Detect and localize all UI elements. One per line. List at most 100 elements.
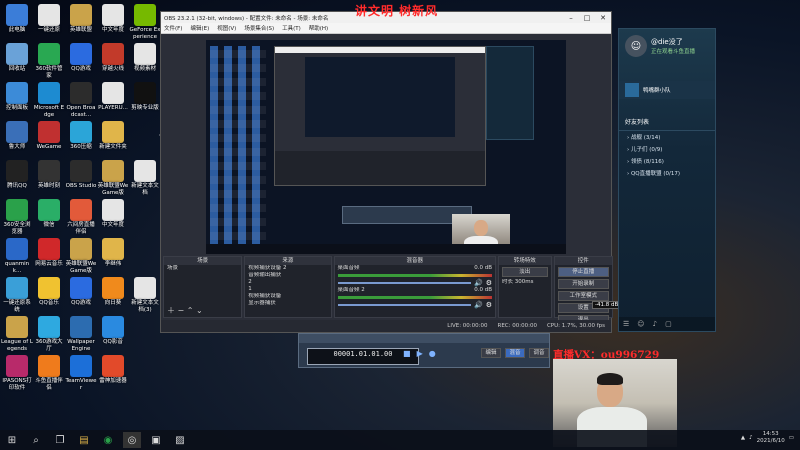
desktop-icon[interactable]: 英雄时刻	[33, 160, 65, 190]
duration-input[interactable]: 300ms	[515, 279, 534, 285]
maximize-icon[interactable]: □	[579, 14, 595, 22]
desktop-icon[interactable]: OBS Studio	[65, 160, 97, 190]
speaker-icon[interactable]: 🔊	[474, 301, 483, 309]
desktop-icon[interactable]: 360软件管家	[33, 43, 65, 80]
obs-preview[interactable]	[206, 40, 566, 254]
minimize-icon[interactable]: –	[563, 14, 579, 22]
stop-stream-button[interactable]: 停止直播	[557, 267, 609, 277]
volume-slider[interactable]	[337, 282, 472, 284]
friend-group[interactable]: › 领债 (8/116)	[619, 155, 715, 167]
desktop-icon[interactable]: 此电脑	[1, 4, 33, 34]
transition-select[interactable]: 淡出	[502, 267, 548, 277]
desktop-icon[interactable]: 一键还原系统	[1, 277, 33, 314]
desktop-icon[interactable]: 雷神加速器	[97, 355, 129, 385]
friend-group[interactable]: › QQ直播联盟 (0/17)	[619, 167, 715, 179]
desktop-icon[interactable]: League of Legends	[1, 316, 33, 353]
desktop-icon[interactable]: WeGame	[33, 121, 65, 151]
desktop-icon[interactable]: 鲁大师	[1, 121, 33, 151]
notification-icon[interactable]: ▭	[789, 435, 794, 441]
scenes-dock[interactable]: 场景 场景 ＋ − ⌃ ⌄	[163, 256, 243, 318]
desktop-icon[interactable]: Open Broadcast...	[65, 82, 97, 119]
source-item[interactable]: 音频输出捕获	[245, 272, 330, 279]
start-recording-button[interactable]: 开始录制	[557, 279, 609, 289]
source-item[interactable]: 2	[245, 279, 330, 286]
desktop-icon[interactable]: 视频素材	[129, 43, 161, 73]
task-view-icon[interactable]: ❐	[51, 432, 69, 448]
desktop-icon[interactable]: 360压缩	[65, 121, 97, 151]
desktop-icon[interactable]: 网易云音乐	[33, 238, 65, 268]
desktop-icon[interactable]: QQ游戏	[65, 43, 97, 73]
desktop-icon[interactable]: Wallpaper Engine	[65, 316, 97, 353]
qq-panel[interactable]: ☺ @die没了 正在观看斗鱼直播 鸭嘴群小队 好友列表 › 战舰 (3/14)…	[618, 28, 716, 332]
desktop-icon[interactable]: 微信	[33, 199, 65, 229]
remove-icon[interactable]: −	[178, 306, 185, 315]
desktop-icon[interactable]: 英雄联盟	[65, 4, 97, 34]
desktop-icon[interactable]: 回收站	[1, 43, 33, 73]
contacts-icon[interactable]: ☺	[637, 320, 644, 328]
chevron-down-icon[interactable]: ⌄	[196, 306, 203, 315]
desktop-icon[interactable]: QQ影音	[97, 316, 129, 346]
desktop-icon[interactable]: quanmink...	[1, 238, 33, 275]
source-item[interactable]: 1	[245, 286, 330, 293]
desktop-icon[interactable]: 李继伟	[97, 238, 129, 268]
qq-group-card[interactable]: 鸭嘴群小队	[619, 81, 715, 99]
obs-window[interactable]: OBS 23.2.1 (32-bit, windows) - 配置文件: 未命名…	[160, 11, 613, 333]
desktop-icon[interactable]: IPASONS打印软件	[1, 355, 33, 392]
speaker-icon[interactable]: 🔊	[474, 279, 483, 287]
desktop-icon[interactable]: 向日葵	[97, 277, 129, 307]
desktop-icon[interactable]: 英雄联盟WeGame版	[97, 160, 129, 197]
desktop-icon[interactable]: QQ游戏	[65, 277, 97, 307]
chevron-up-icon[interactable]: ⌃	[187, 306, 194, 315]
obs-taskbar-icon[interactable]: ◎	[123, 432, 141, 448]
gear-icon[interactable]: ⚙	[486, 301, 492, 309]
close-icon[interactable]: ✕	[595, 14, 611, 22]
menu-help[interactable]: 帮助(H)	[309, 24, 328, 32]
desktop-icon[interactable]: PLAYERU...	[97, 82, 129, 112]
desktop-icon[interactable]: 一键还原	[33, 4, 65, 34]
desktop-icon[interactable]: 腾讯QQ	[1, 160, 33, 190]
scene-item[interactable]: 场景	[164, 265, 241, 272]
add-icon[interactable]: ＋	[167, 306, 175, 315]
volume-icon[interactable]: ♪	[749, 435, 753, 441]
friend-group[interactable]: › 儿子们 (0/9)	[619, 143, 715, 155]
network-icon[interactable]: ▲	[741, 435, 745, 441]
browser-icon[interactable]: ◉	[99, 432, 117, 448]
sources-dock[interactable]: 来源 视频捕获设备 2 音频输出捕获 2 1 视频捕获设备 显示器捕获	[244, 256, 332, 318]
audio-player[interactable]: 00001.01.01.00 ■ ▶ ● 编辑 混音 调音	[298, 333, 550, 368]
record-icon[interactable]: ●	[429, 349, 436, 358]
desktop-icon[interactable]: 六间房直播伴侣	[65, 199, 97, 236]
desktop-icon[interactable]: GeForce Experience	[129, 4, 161, 41]
edit-button[interactable]: 编辑	[481, 348, 501, 358]
desktop-icon[interactable]: TeamViewer	[65, 355, 97, 392]
menu-scene-collection[interactable]: 场景集合(S)	[244, 24, 274, 32]
studio-mode-button[interactable]: 工作室模式	[557, 291, 609, 301]
friend-group[interactable]: › 战舰 (3/14)	[619, 131, 715, 143]
app-taskbar-icon[interactable]: ▣	[147, 432, 165, 448]
desktop-icon[interactable]: 中文年度	[97, 199, 129, 229]
desktop-icon[interactable]: 斗鱼直播伴侣	[33, 355, 65, 392]
file-explorer-icon[interactable]: ▤	[75, 432, 93, 448]
desktop-icon[interactable]: 新建文本文档	[129, 160, 161, 197]
transitions-dock[interactable]: 转场特效 淡出 时长 300ms	[498, 256, 552, 318]
tune-button[interactable]: 调音	[529, 348, 549, 358]
menu-icon[interactable]: ☰	[623, 320, 629, 328]
desktop-icon[interactable]: 英雄联盟WeGame版	[65, 238, 97, 275]
windows-start-icon[interactable]: ⊞	[3, 432, 21, 448]
desktop-icon[interactable]: 控制面板	[1, 82, 33, 112]
menu-view[interactable]: 视图(V)	[217, 24, 236, 32]
menu-edit[interactable]: 编辑(E)	[190, 24, 209, 32]
mix-button[interactable]: 混音	[505, 348, 525, 358]
menu-tools[interactable]: 工具(T)	[282, 24, 301, 32]
desktop-icon[interactable]: 360游戏大厅	[33, 316, 65, 353]
source-item[interactable]: 视频捕获设备	[245, 293, 330, 300]
search-icon[interactable]: ⌕	[27, 432, 45, 448]
mic-icon[interactable]: ♪	[653, 320, 657, 328]
folder-icon[interactable]: ▢	[665, 320, 672, 328]
gear-icon[interactable]: ⚙	[486, 279, 492, 287]
desktop-icon[interactable]: 穿越火线	[97, 43, 129, 73]
desktop-icon[interactable]: 中文年度	[97, 4, 129, 34]
volume-slider[interactable]	[337, 304, 472, 306]
desktop-icon[interactable]: 新建文本文档(3)	[129, 277, 161, 314]
source-item[interactable]: 视频捕获设备 2	[245, 265, 330, 272]
play-icon[interactable]: ▶	[417, 349, 423, 358]
